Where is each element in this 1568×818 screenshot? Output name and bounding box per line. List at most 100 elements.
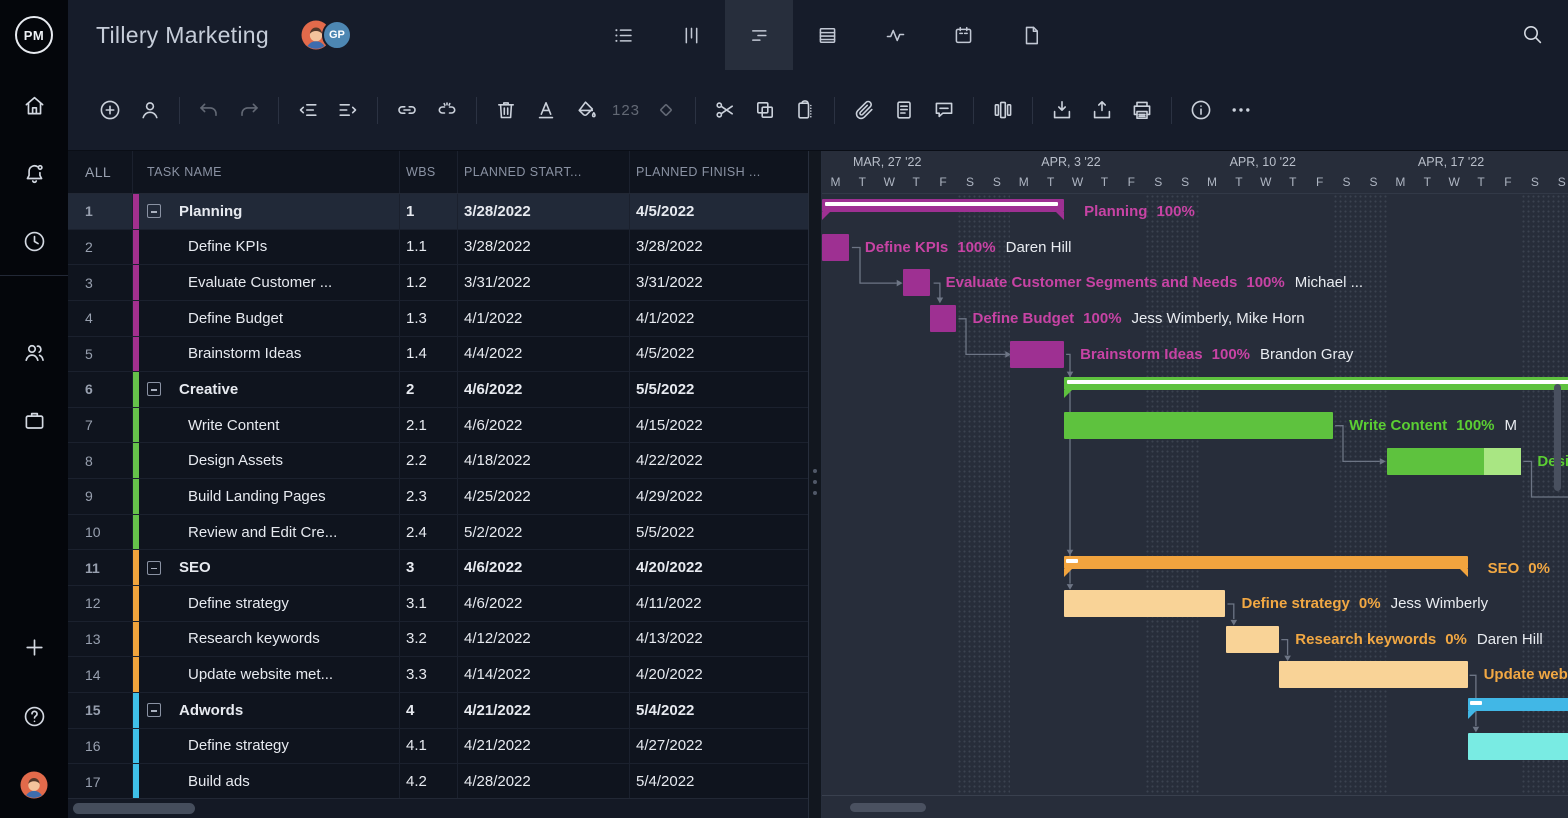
tab-calendar-view[interactable] — [929, 0, 997, 70]
planned-finish-cell[interactable]: 5/5/2022 — [630, 515, 808, 550]
sidebar-help-button[interactable] — [14, 703, 54, 729]
sidebar-projects-button[interactable] — [14, 407, 54, 433]
task-row[interactable]: 11SEO34/6/20224/20/2022 — [68, 550, 808, 586]
planned-start-cell[interactable]: 3/28/2022 — [458, 230, 630, 265]
task-bar[interactable] — [1387, 448, 1522, 475]
wbs-cell[interactable]: 1.1 — [400, 230, 458, 265]
row-number[interactable]: 6 — [68, 372, 133, 407]
task-row[interactable]: 3Evaluate Customer ...1.23/31/20223/31/2… — [68, 265, 808, 301]
delete-task-button[interactable] — [486, 90, 526, 130]
task-name-cell[interactable]: Build Landing Pages — [133, 479, 400, 514]
task-bar[interactable] — [930, 305, 957, 332]
planned-finish-cell[interactable]: 4/29/2022 — [630, 479, 808, 514]
planned-start-cell[interactable]: 4/6/2022 — [458, 550, 630, 585]
task-row[interactable]: 7Write Content2.14/6/20224/15/2022 — [68, 408, 808, 444]
indent-button[interactable] — [328, 90, 368, 130]
task-name-cell[interactable]: Define KPIs — [133, 230, 400, 265]
milestone-button[interactable] — [646, 90, 686, 130]
sidebar-user-avatar[interactable] — [14, 772, 54, 798]
wbs-cell[interactable]: 4 — [400, 693, 458, 728]
planned-finish-cell[interactable]: 4/22/2022 — [630, 443, 808, 478]
sidebar-team-button[interactable] — [14, 339, 54, 365]
task-row[interactable]: 1Planning13/28/20224/5/2022 — [68, 194, 808, 230]
assign-person-button[interactable] — [130, 90, 170, 130]
row-number[interactable]: 17 — [68, 764, 133, 798]
summary-bar[interactable] — [1064, 556, 1468, 569]
cut-button[interactable] — [705, 90, 745, 130]
task-bar[interactable] — [1226, 626, 1280, 653]
row-number[interactable]: 1 — [68, 194, 133, 229]
tab-docs-view[interactable] — [997, 0, 1065, 70]
sidebar-create-new-button[interactable] — [14, 634, 54, 660]
task-name-cell[interactable]: Evaluate Customer ... — [133, 265, 400, 300]
planned-start-cell[interactable]: 4/6/2022 — [458, 408, 630, 443]
planned-start-cell[interactable]: 4/25/2022 — [458, 479, 630, 514]
task-row[interactable]: 9Build Landing Pages2.34/25/20224/29/202… — [68, 479, 808, 515]
planned-finish-cell[interactable]: 4/13/2022 — [630, 622, 808, 657]
notes-button[interactable] — [884, 90, 924, 130]
task-name-cell[interactable]: Write Content — [133, 408, 400, 443]
tab-gantt-view[interactable] — [725, 0, 793, 70]
columns-button[interactable] — [983, 90, 1023, 130]
summary-bar[interactable] — [1468, 698, 1568, 711]
task-row[interactable]: 2Define KPIs1.13/28/20223/28/2022 — [68, 230, 808, 266]
scrollbar-thumb[interactable] — [850, 803, 926, 812]
row-number[interactable]: 15 — [68, 693, 133, 728]
app-logo[interactable]: PM — [0, 0, 68, 70]
task-name-cell[interactable]: Define strategy — [133, 586, 400, 621]
planned-start-cell[interactable]: 4/18/2022 — [458, 443, 630, 478]
table-horizontal-scrollbar[interactable] — [68, 798, 808, 818]
search-button[interactable] — [1516, 19, 1548, 51]
task-name-cell[interactable]: Research keywords — [133, 622, 400, 657]
task-name-cell[interactable]: Define strategy — [133, 729, 400, 764]
planned-start-cell[interactable]: 4/21/2022 — [458, 693, 630, 728]
planned-finish-cell[interactable]: 4/20/2022 — [630, 657, 808, 692]
export-button[interactable] — [1082, 90, 1122, 130]
copy-button[interactable] — [745, 90, 785, 130]
attach-file-button[interactable] — [844, 90, 884, 130]
tab-sheet-view[interactable] — [793, 0, 861, 70]
collapse-toggle-icon[interactable] — [147, 382, 161, 396]
task-row[interactable]: 16Define strategy4.14/21/20224/27/2022 — [68, 729, 808, 765]
summary-bar[interactable] — [1064, 377, 1568, 390]
planned-finish-cell[interactable]: 4/27/2022 — [630, 729, 808, 764]
row-number[interactable]: 4 — [68, 301, 133, 336]
wbs-cell[interactable]: 2.2 — [400, 443, 458, 478]
comment-button[interactable] — [924, 90, 964, 130]
planned-finish-cell[interactable]: 5/4/2022 — [630, 764, 808, 798]
collapse-toggle-icon[interactable] — [147, 204, 161, 218]
wbs-cell[interactable]: 1.2 — [400, 265, 458, 300]
numbers-button[interactable]: 123 — [606, 90, 646, 130]
task-name-cell[interactable]: Creative — [133, 372, 400, 407]
link-tasks-button[interactable] — [387, 90, 427, 130]
task-name-cell[interactable]: Define Budget — [133, 301, 400, 336]
member-avatar-initials[interactable]: GP — [322, 20, 352, 50]
add-task-button[interactable] — [90, 90, 130, 130]
planned-start-cell[interactable]: 4/12/2022 — [458, 622, 630, 657]
planned-start-cell[interactable]: 4/4/2022 — [458, 337, 630, 372]
task-row[interactable]: 4Define Budget1.34/1/20224/1/2022 — [68, 301, 808, 337]
planned-finish-cell[interactable]: 4/15/2022 — [630, 408, 808, 443]
planned-start-cell[interactable]: 5/2/2022 — [458, 515, 630, 550]
planned-start-cell[interactable]: 3/31/2022 — [458, 265, 630, 300]
wbs-cell[interactable]: 4.1 — [400, 729, 458, 764]
task-name-cell[interactable]: SEO — [133, 550, 400, 585]
task-name-cell[interactable]: Update website met... — [133, 657, 400, 692]
wbs-cell[interactable]: 2.1 — [400, 408, 458, 443]
wbs-cell[interactable]: 3.2 — [400, 622, 458, 657]
row-number[interactable]: 14 — [68, 657, 133, 692]
column-header-planned-finish[interactable]: PLANNED FINISH ... — [630, 151, 808, 193]
wbs-cell[interactable]: 3.3 — [400, 657, 458, 692]
planned-start-cell[interactable]: 4/1/2022 — [458, 301, 630, 336]
undo-button[interactable] — [189, 90, 229, 130]
planned-finish-cell[interactable]: 4/20/2022 — [630, 550, 808, 585]
planned-start-cell[interactable]: 4/21/2022 — [458, 729, 630, 764]
row-number[interactable]: 7 — [68, 408, 133, 443]
planned-finish-cell[interactable]: 4/5/2022 — [630, 337, 808, 372]
wbs-cell[interactable]: 3.1 — [400, 586, 458, 621]
task-bar[interactable] — [1064, 590, 1225, 617]
wbs-cell[interactable]: 2.4 — [400, 515, 458, 550]
import-button[interactable] — [1042, 90, 1082, 130]
task-name-cell[interactable]: Review and Edit Cre... — [133, 515, 400, 550]
fill-color-button[interactable] — [566, 90, 606, 130]
